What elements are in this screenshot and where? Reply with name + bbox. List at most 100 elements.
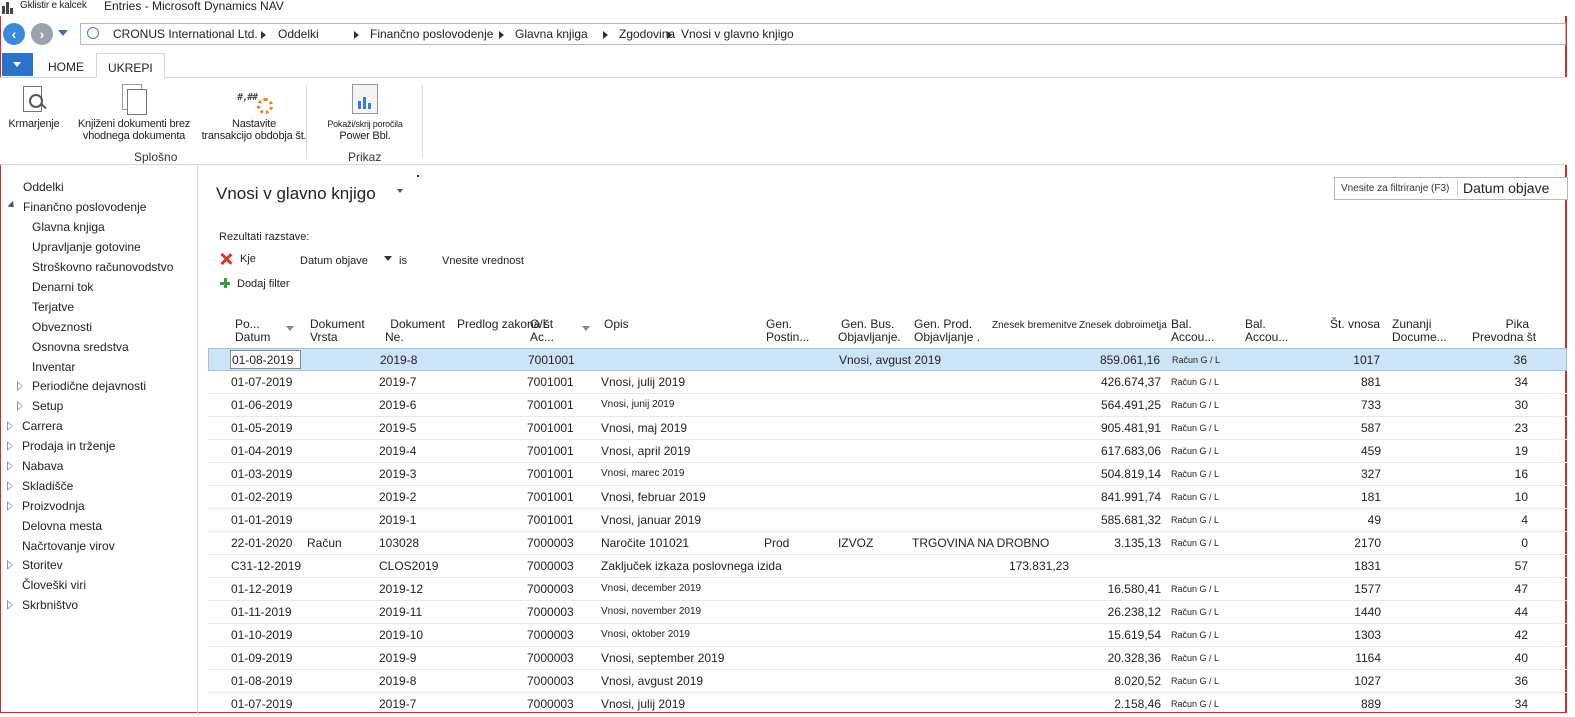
column-header-entry-no[interactable]: Št. vnosa (1330, 318, 1380, 331)
table-row[interactable]: 01-08-2019 2019-8 7000003 Vnosi, avgust 201… (208, 670, 1567, 693)
nav-item-sales[interactable]: Prodaja in trženje (22, 439, 115, 453)
sort-icon[interactable] (582, 326, 590, 331)
nav-item-payables[interactable]: Obveznosti (32, 320, 92, 334)
nav-item-finance[interactable]: Finančno poslovodenje (23, 200, 146, 214)
column-header-description[interactable]: Opis (604, 318, 629, 331)
nav-item-manufacturing[interactable]: Proizvodnja (22, 499, 85, 513)
table-row[interactable]: 01-02-2019 2019-2 7001001 Vnosi, februar 20… (208, 486, 1567, 509)
nav-item-jobs[interactable]: Delovna mesta (22, 519, 102, 533)
set-period-transaction-button[interactable]: #,## Nastavite transakcijo obdobja št. (201, 84, 307, 142)
nav-item-cash-management[interactable]: Upravljanje gotovine (32, 240, 141, 254)
table-row[interactable]: 01-07-2019 2019-7 7001001 Vnosi, julij 2019… (208, 371, 1567, 394)
table-row[interactable]: 01-01-2019 2019-1 7001001 Vnosi, januar 201… (208, 509, 1567, 532)
breadcrumb-company[interactable]: CRONUS International Ltd. (113, 27, 258, 41)
breadcrumb-general-ledger[interactable]: Glavna knjiga (515, 27, 588, 41)
history-icon[interactable] (87, 27, 99, 39)
nav-item-human-resources[interactable]: Človeški viri (22, 578, 86, 592)
navigate-button-label: Krmarjenje (8, 118, 60, 130)
filter-value-input[interactable]: Vnesite vrednost (442, 255, 524, 267)
nav-item-receivables[interactable]: Terjatve (32, 300, 74, 314)
navigate-button[interactable]: Krmarjenje (6, 84, 62, 130)
breadcrumb-current[interactable]: Vnosi v glavno knjigo (681, 27, 794, 41)
breadcrumb[interactable]: CRONUS International Ltd. Oddelki Finanč… (80, 23, 1566, 45)
nav-item-administration[interactable]: Skrbništvo (22, 598, 78, 612)
column-header-bal-account-type[interactable]: Bal. Accou... (1171, 318, 1214, 344)
breadcrumb-departments[interactable]: Oddelki (278, 27, 319, 41)
table-row[interactable]: 01-09-2019 2019-9 7000003 Vnosi, september … (208, 647, 1567, 670)
add-icon[interactable] (220, 278, 230, 288)
expand-icon[interactable] (7, 441, 13, 451)
tab-actions[interactable]: UKREPI (96, 53, 165, 80)
filter-field-dropdown[interactable]: Datum objave (300, 255, 368, 267)
breadcrumb-separator-icon[interactable] (499, 31, 504, 39)
nav-item-departments[interactable]: Oddelki (23, 180, 64, 194)
expand-icon[interactable] (7, 560, 13, 570)
nav-item-setup[interactable]: Setup (32, 399, 63, 413)
nav-item-resource-planning[interactable]: Načrtovanje virov (22, 539, 115, 553)
nav-item-inventory[interactable]: Inventar (32, 360, 75, 374)
table-row[interactable]: 01-12-2019 2019-12 7000003 Vnosi, december … (208, 578, 1567, 601)
nav-item-service[interactable]: Storitev (22, 558, 63, 572)
expand-icon[interactable] (7, 501, 13, 511)
remove-filter-icon[interactable] (220, 253, 232, 265)
column-header-debit-amount[interactable]: Znesek bremenitve (992, 319, 1077, 332)
nav-item-general-ledger[interactable]: Glavna knjiga (32, 220, 105, 234)
table-row[interactable]: 01-07-2019 2019-7 7000003 Vnosi, julij 2019… (208, 693, 1567, 713)
application-menu-button[interactable] (2, 53, 33, 76)
table-row[interactable]: 01-10-2019 2019-10 7000003 Vnosi, oktober 2… (208, 624, 1567, 647)
nav-item-periodic-activities[interactable]: Periodične dejavnosti (32, 379, 146, 393)
chevron-down-icon[interactable] (397, 189, 403, 193)
collapse-icon[interactable] (7, 200, 17, 211)
nav-item-fixed-assets[interactable]: Osnovna sredstva (32, 340, 129, 354)
column-header-external-doc[interactable]: Zunanji Docume... (1392, 318, 1447, 344)
table-row[interactable]: 01-11-2019 2019-11 7000003 Vnosi, november … (208, 601, 1567, 624)
expand-icon[interactable] (7, 421, 13, 431)
column-header-gl-account[interactable]: G/L Ac... (530, 318, 554, 344)
expand-icon[interactable] (7, 600, 13, 610)
table-row[interactable]: 01-03-2019 2019-3 7001001 Vnosi, marec 2019… (208, 463, 1567, 486)
column-header-document-no[interactable]: Dokument Ne. (383, 318, 445, 344)
cell-posting-date: 01-04-2019 (231, 444, 293, 458)
column-header-bal-account-no[interactable]: Bal. Accou... (1245, 318, 1288, 344)
tab-home[interactable]: HOME (37, 57, 95, 77)
expand-icon[interactable] (7, 481, 13, 491)
nav-item-cash-flow[interactable]: Denarni tok (32, 280, 93, 294)
add-filter-link[interactable]: Dodaj filter (237, 278, 290, 290)
expand-icon[interactable] (17, 381, 23, 391)
filter-field-select[interactable]: Datum objave (1463, 180, 1549, 196)
expand-icon[interactable] (17, 401, 23, 411)
breadcrumb-separator-icon[interactable] (354, 31, 359, 39)
breadcrumb-separator-icon[interactable] (667, 31, 672, 39)
history-dropdown-icon[interactable] (58, 30, 68, 36)
column-header-credit-amount[interactable]: Znesek dobroimetja (1079, 319, 1167, 332)
nav-item-carrera[interactable]: Carrera (22, 419, 63, 433)
table-row[interactable]: C31-12-2019 CLOS2019 7000003 Zaključek izka… (208, 555, 1567, 578)
expand-icon[interactable] (7, 461, 13, 471)
table-row[interactable]: 01-08-2019 2019-8 7001001 Vnosi, avgust 201… (208, 348, 1567, 371)
search-input[interactable]: Vnesite za filtriranje (F3) (1341, 183, 1449, 194)
column-header-document-type[interactable]: Dokument Vrsta (310, 318, 365, 344)
breadcrumb-separator-icon[interactable] (261, 31, 266, 39)
breadcrumb-separator-icon[interactable] (603, 31, 608, 39)
show-hide-power-bi-button[interactable]: Pokaži/skrij poročila Power Bbl. (318, 84, 412, 142)
table-row[interactable]: 22-01-2020 Račun 103028 7000003 Naročite 101… (208, 532, 1567, 555)
back-button[interactable]: ‹ (3, 23, 25, 45)
column-header-gen-posting[interactable]: Gen. Postin... (766, 318, 809, 344)
table-row[interactable]: 01-04-2019 2019-4 7001001 Vnosi, april 2019… (208, 440, 1567, 463)
table-row[interactable]: 01-05-2019 2019-5 7001001 Vnosi, maj 2019 90… (208, 417, 1567, 440)
breadcrumb-finance[interactable]: Finančno poslovodenje (370, 27, 493, 41)
table-row[interactable]: 01-06-2019 2019-6 7001001 Vnosi, junij 2019… (208, 394, 1567, 417)
search-box[interactable]: Vnesite za filtriranje (F3) Datum objave (1334, 177, 1568, 200)
nav-item-warehouse[interactable]: Skladišče (22, 479, 73, 493)
cell-transaction-no: 57 (1514, 559, 1528, 573)
posted-documents-button[interactable]: Knjiženi dokumenti brez vhodnega dokumen… (73, 84, 195, 142)
nav-item-purchasing[interactable]: Nabava (22, 459, 63, 473)
forward-button[interactable]: › (31, 23, 53, 45)
nav-item-cost-accounting[interactable]: Stroškovno računovodstvo (32, 260, 173, 274)
column-header-transaction-no[interactable]: Pika Prevodna št (1472, 318, 1536, 344)
sort-icon[interactable] (286, 326, 294, 331)
chevron-down-icon[interactable] (384, 256, 392, 261)
column-header-gen-prod-posting[interactable]: Gen. Prod. Objavljanje . (914, 318, 980, 344)
column-header-posting-date[interactable]: Po... Datum (235, 318, 270, 344)
column-header-gen-bus-posting[interactable]: Gen. Bus. Objavljanje. (838, 318, 901, 344)
